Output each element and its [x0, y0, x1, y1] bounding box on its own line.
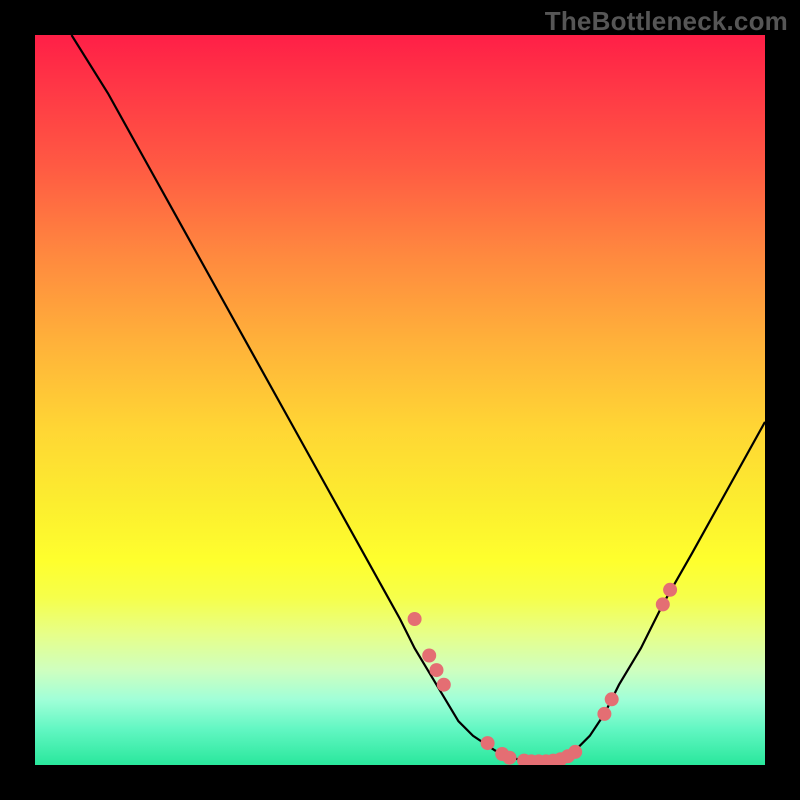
plot-area — [35, 35, 765, 765]
data-point — [656, 597, 670, 611]
data-point — [408, 612, 422, 626]
data-point — [422, 649, 436, 663]
data-point — [568, 745, 582, 759]
curve-layer — [35, 35, 765, 765]
data-points — [408, 583, 677, 765]
data-point — [605, 692, 619, 706]
bottleneck-curve — [72, 35, 766, 761]
chart-frame: TheBottleneck.com — [0, 0, 800, 800]
data-point — [430, 663, 444, 677]
data-point — [663, 583, 677, 597]
data-point — [481, 736, 495, 750]
data-point — [437, 678, 451, 692]
data-point — [503, 751, 517, 765]
data-point — [597, 707, 611, 721]
watermark-text: TheBottleneck.com — [545, 6, 788, 37]
